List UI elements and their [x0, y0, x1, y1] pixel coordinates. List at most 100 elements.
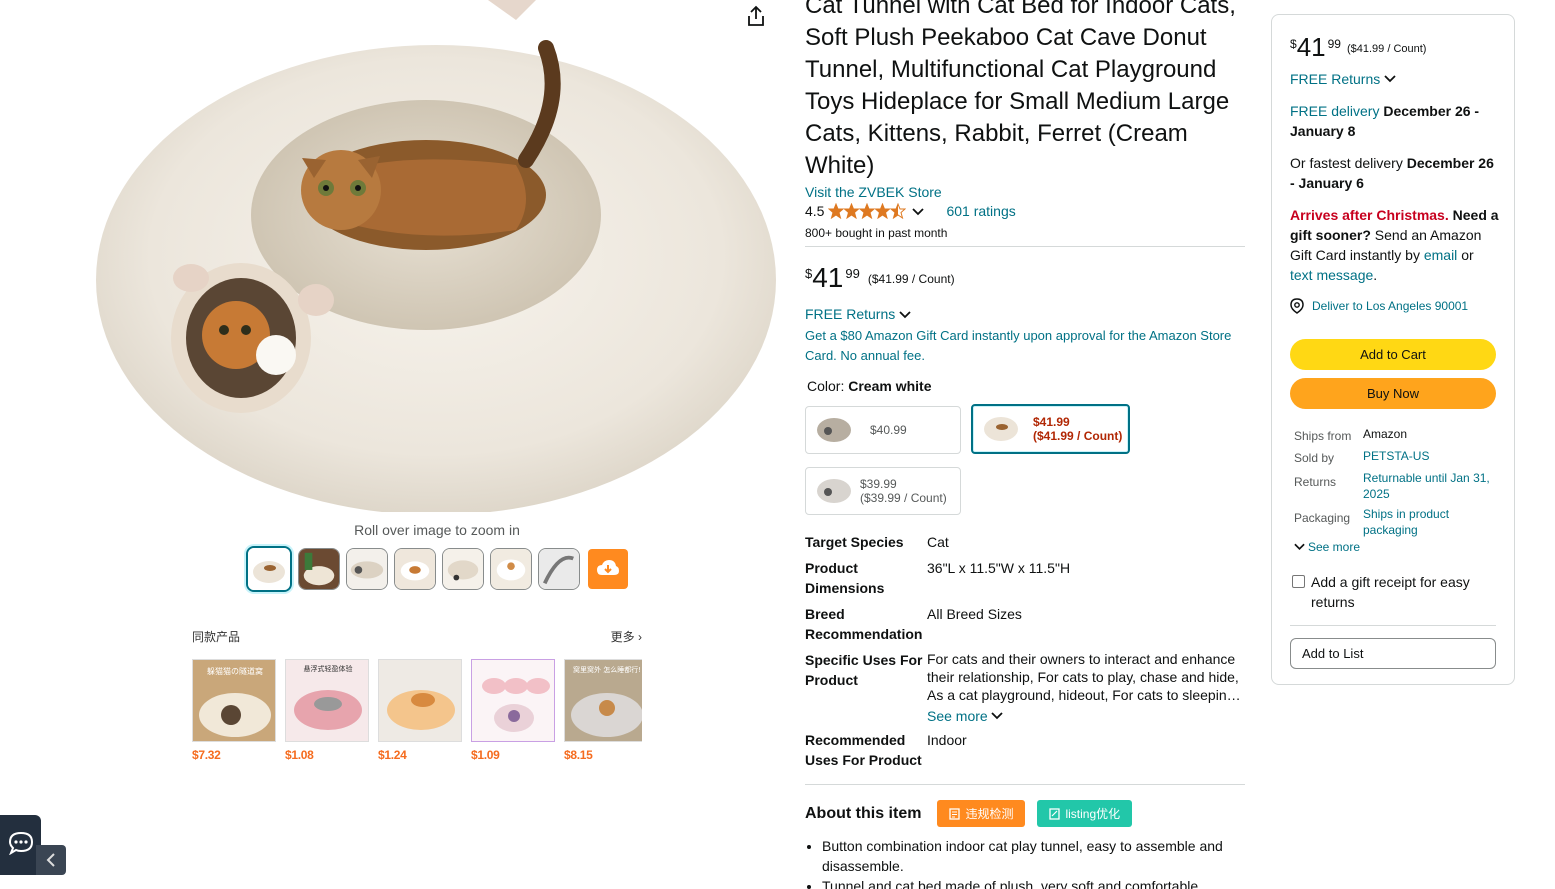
- gift-receipt-label[interactable]: Add a gift receipt for easy returns: [1311, 572, 1502, 612]
- shipping-see-more-link[interactable]: See more: [1294, 540, 1360, 554]
- spec-row: Target Species Cat: [805, 534, 949, 550]
- similar-product-item[interactable]: 悬浮式轻盈体验 $1.08: [285, 659, 369, 762]
- svg-text:躲猫猫の隧道窝: 躲猫猫の隧道窝: [207, 666, 263, 676]
- buybox-price: $ 41 99 ($41.99 / Count): [1290, 32, 1427, 62]
- similar-product-price: $1.24: [378, 748, 407, 762]
- selected-color: Cream white: [848, 378, 932, 394]
- chevron-down-icon[interactable]: [912, 203, 925, 219]
- deliver-to-location[interactable]: Deliver to Los Angeles 90001: [1290, 296, 1500, 316]
- bought-past-month: 800+ bought in past month: [805, 226, 948, 240]
- svg-text:窝里窝外 怎么睡都行!: 窝里窝外 怎么睡都行!: [573, 665, 641, 674]
- store-card-offer-link[interactable]: Get a $80 Amazon Gift Card instantly upo…: [805, 326, 1250, 366]
- about-this-item-header: About this item 违规检测 listing优化: [805, 800, 1144, 827]
- gift-receipt-option: Add a gift receipt for easy returns: [1292, 572, 1502, 612]
- spec-row: Breed Recommendation All Breed Sizes: [805, 606, 1022, 642]
- location-pin-icon: [1290, 298, 1304, 314]
- similar-more-link[interactable]: 更多 ›: [611, 628, 642, 645]
- text-message-gift-link[interactable]: text message: [1290, 267, 1373, 283]
- similar-product-price: $1.08: [285, 748, 314, 762]
- similar-product-price: $7.32: [192, 748, 221, 762]
- thumbnail[interactable]: [538, 548, 580, 590]
- spec-row: Recommended Uses For Product Indoor: [805, 732, 967, 768]
- similar-product-item[interactable]: $1.09: [471, 659, 555, 762]
- thumbnail[interactable]: [394, 548, 436, 590]
- thumbnail[interactable]: [246, 546, 292, 592]
- similar-products-header: 同款产品 更多 ›: [192, 628, 642, 645]
- spec-row: Specific Uses For Product For cats and t…: [805, 651, 1241, 703]
- thumbnail-strip: [246, 546, 628, 592]
- similar-product-image: 躲猫猫の隧道窝: [192, 659, 276, 742]
- collapse-chevron-left-icon[interactable]: [36, 845, 66, 875]
- feature-bullet: Button combination indoor cat play tunne…: [822, 836, 1247, 876]
- seller-link[interactable]: PETSTA-US: [1363, 448, 1494, 466]
- color-swatch[interactable]: $39.99 ($39.99 / Count): [805, 467, 961, 515]
- add-to-list-button[interactable]: Add to List: [1290, 638, 1496, 669]
- similar-product-item[interactable]: 躲猫猫の隧道窝 $7.32: [192, 659, 276, 762]
- divider: [805, 246, 1245, 247]
- spec-row: Product Dimensions 36"L x 11.5"W x 11.5"…: [805, 560, 1071, 596]
- share-icon[interactable]: [744, 4, 768, 28]
- star-rating-icon[interactable]: [828, 203, 907, 219]
- chevron-down-icon: [991, 712, 1003, 720]
- chat-widget-button[interactable]: [0, 815, 41, 875]
- similar-product-image: [378, 659, 462, 742]
- rating-value: 4.5: [805, 203, 825, 219]
- store-link[interactable]: Visit the ZVBEK Store: [805, 184, 942, 200]
- returns-policy-link[interactable]: Returnable until Jan 31, 2025: [1363, 470, 1494, 502]
- cloud-download-icon[interactable]: [588, 549, 628, 589]
- chevron-down-icon: [1294, 543, 1305, 551]
- chevron-down-icon: [899, 306, 911, 322]
- similar-products-list: 躲猫猫の隧道窝 $7.32 悬浮式轻盈体验 $1.08 $1.24 $1.09 …: [192, 659, 642, 762]
- main-product-image[interactable]: [96, 0, 776, 512]
- free-returns-link[interactable]: FREE Returns: [805, 306, 911, 322]
- free-delivery-info: FREE delivery December 26 - January 8: [1290, 103, 1480, 139]
- similar-product-image: 悬浮式轻盈体验: [285, 659, 369, 742]
- swatch-image: [816, 416, 852, 444]
- similar-product-item[interactable]: $1.24: [378, 659, 462, 762]
- product-price: $ 41 99 ($41.99 / Count): [805, 262, 955, 293]
- shipping-details: Ships from Amazon Sold by PETSTA-US Retu…: [1294, 426, 1494, 542]
- color-swatch[interactable]: $40.99: [805, 406, 961, 454]
- product-title: Cat Tunnel with Cat Bed for Indoor Cats,…: [805, 0, 1236, 179]
- similar-product-price: $1.09: [471, 748, 500, 762]
- listing-optimize-button[interactable]: listing优化: [1037, 800, 1133, 827]
- chevron-down-icon: [1384, 75, 1396, 83]
- thumbnail[interactable]: [490, 548, 532, 590]
- fastest-delivery-info: Or fastest delivery December 26 - Januar…: [1290, 155, 1494, 191]
- thumbnail[interactable]: [298, 548, 340, 590]
- similar-products-title: 同款产品: [192, 630, 241, 644]
- similar-product-item[interactable]: 窝里窝外 怎么睡都行! $8.15: [564, 659, 642, 762]
- chat-bubble-icon: [8, 831, 33, 855]
- free-delivery-link[interactable]: FREE delivery: [1290, 103, 1379, 119]
- edit-icon: [1049, 807, 1061, 820]
- thumbnail[interactable]: [346, 548, 388, 590]
- similar-product-price: $8.15: [564, 748, 593, 762]
- swatch-image: [816, 477, 852, 505]
- feature-bullets: Button combination indoor cat play tunne…: [822, 836, 1247, 889]
- specs-see-more-link[interactable]: See more: [927, 708, 1003, 724]
- feature-bullet: Tunnel and cat bed made of plush, very s…: [822, 876, 1247, 889]
- rating-row: 4.5 601 ratings: [805, 203, 1016, 219]
- color-swatch-selected[interactable]: $41.99 ($41.99 / Count): [971, 404, 1130, 454]
- christmas-notice: Arrives after Christmas. Need a gift soo…: [1290, 207, 1499, 283]
- ratings-count-link[interactable]: 601 ratings: [946, 203, 1015, 219]
- product-specs: Target Species Cat Product Dimensions 36…: [805, 532, 1245, 770]
- violation-check-button[interactable]: 违规检测: [937, 800, 1026, 827]
- similar-product-image: [471, 659, 555, 742]
- divider: [805, 784, 1245, 785]
- gift-receipt-checkbox[interactable]: [1292, 575, 1305, 588]
- buy-now-button[interactable]: Buy Now: [1290, 378, 1496, 409]
- similar-product-image: 窝里窝外 怎么睡都行!: [564, 659, 642, 742]
- zoom-hint: Roll over image to zoom in: [354, 522, 520, 538]
- packaging-link[interactable]: Ships in product packaging: [1363, 506, 1494, 538]
- price-per-unit: ($41.99 / Count): [867, 272, 955, 286]
- email-gift-link[interactable]: email: [1424, 247, 1457, 263]
- about-title: About this item: [805, 804, 922, 822]
- buybox-free-returns-link[interactable]: FREE Returns: [1290, 69, 1500, 89]
- thumbnail[interactable]: [442, 548, 484, 590]
- chevron-right-icon: ›: [638, 630, 642, 644]
- divider: [1290, 625, 1496, 626]
- swatch-image: [983, 415, 1019, 443]
- add-to-cart-button[interactable]: Add to Cart: [1290, 339, 1496, 370]
- document-icon: [949, 807, 961, 820]
